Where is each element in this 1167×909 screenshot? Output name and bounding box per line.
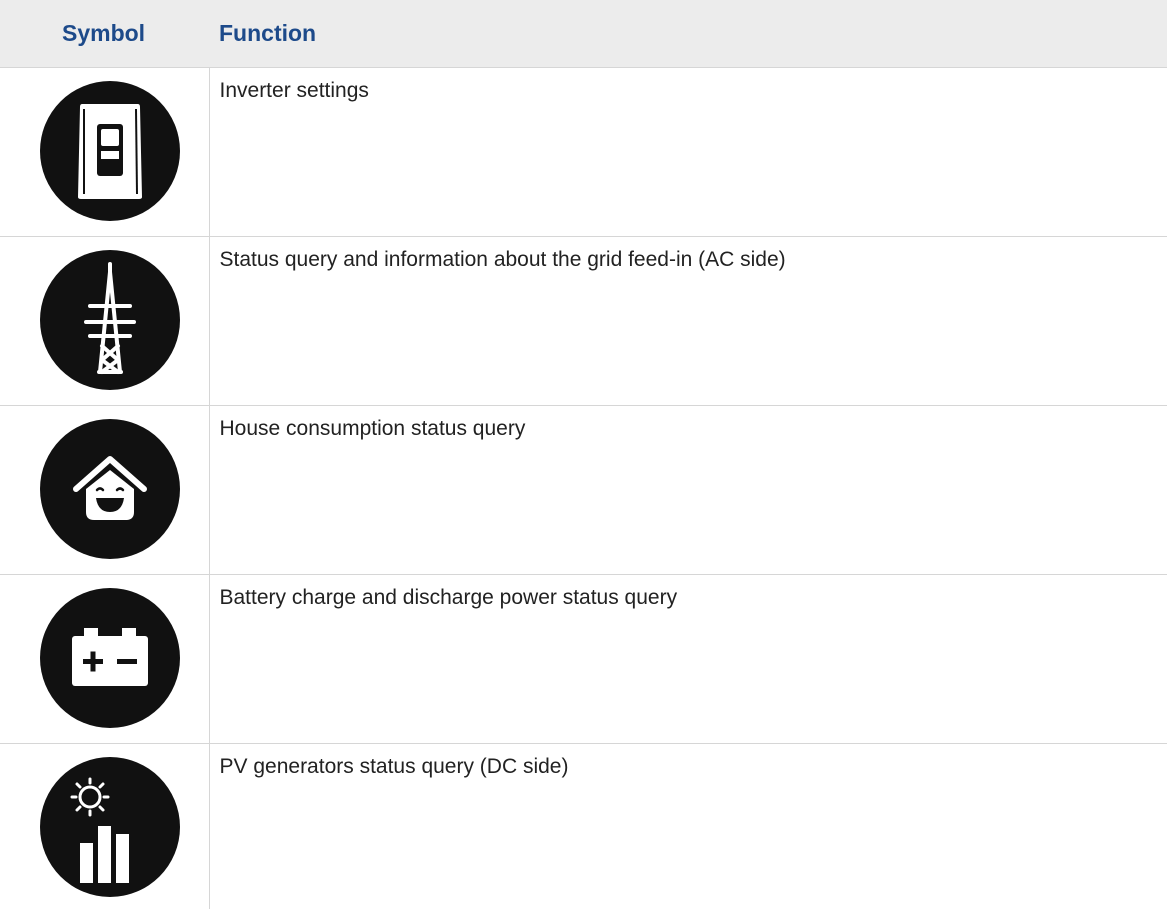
- column-header-symbol: Symbol: [62, 19, 146, 46]
- pv-generator-icon: [40, 756, 180, 897]
- symbol-cell: [0, 573, 210, 743]
- inverter-icon: [40, 80, 180, 221]
- symbol-cell: [0, 66, 210, 236]
- function-cell: House consumption status query: [209, 404, 1167, 574]
- function-cell: PV generators status query (DC side): [209, 742, 1167, 909]
- table-row: Status query and information about the g…: [0, 235, 1167, 405]
- table-header-row: Symbol Function: [0, 0, 1167, 67]
- symbol-cell: [0, 742, 210, 909]
- table-row: PV generators status query (DC side): [0, 742, 1167, 909]
- symbol-cell: [0, 404, 210, 574]
- column-header-function: Function: [219, 19, 317, 46]
- power-pylon-icon: [40, 249, 180, 390]
- table-row: Battery charge and discharge power statu…: [0, 573, 1167, 743]
- table-row: Inverter settings: [0, 66, 1167, 236]
- function-cell: Battery charge and discharge power statu…: [209, 573, 1167, 743]
- function-cell: Status query and information about the g…: [209, 235, 1167, 405]
- table-row: House consumption status query: [0, 404, 1167, 574]
- battery-icon: [40, 587, 180, 728]
- function-cell: Inverter settings: [209, 66, 1167, 236]
- house-smile-icon: [40, 418, 180, 559]
- symbol-function-table: Symbol Function Inverter settings Status…: [0, 0, 1167, 909]
- symbol-cell: [0, 235, 210, 405]
